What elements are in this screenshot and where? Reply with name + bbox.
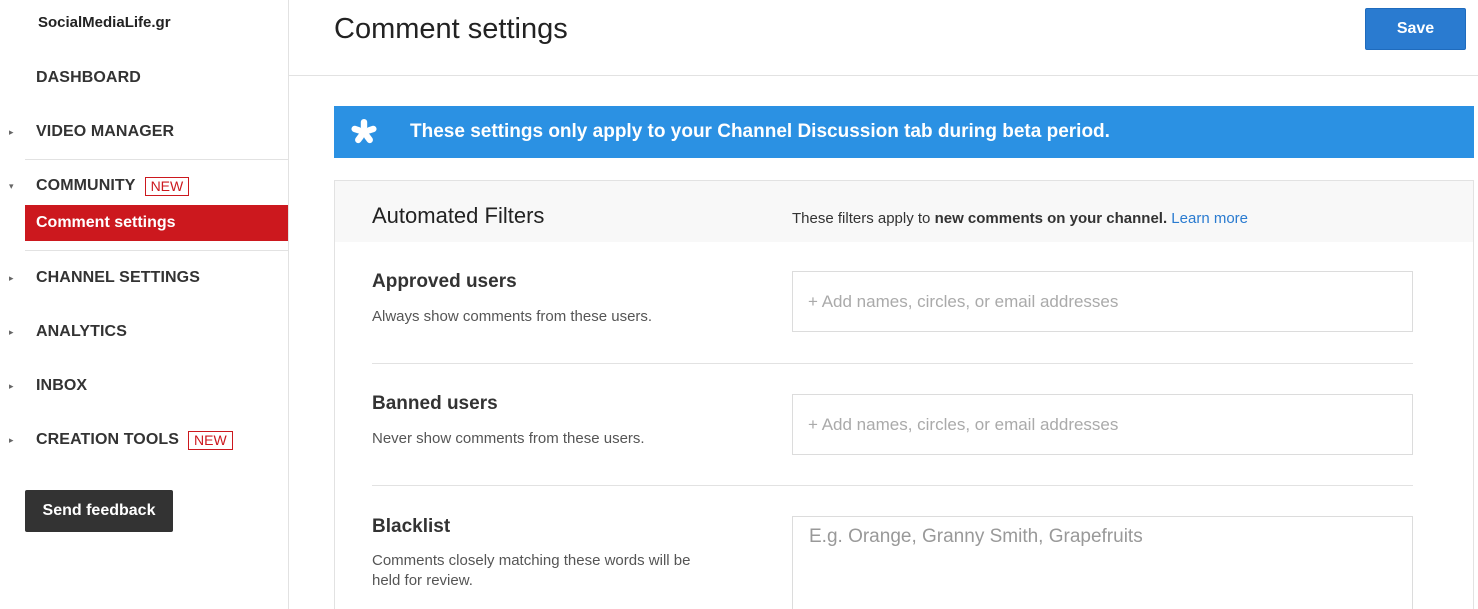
row-divider xyxy=(372,363,1413,364)
asterisk-icon xyxy=(351,119,377,144)
sidebar-item-label: COMMUNITY xyxy=(36,177,136,194)
panel-header: Automated Filters These filters apply to… xyxy=(335,181,1473,242)
blacklist-desc: Comments closely matching these words wi… xyxy=(372,552,691,589)
panel-description: These filters apply to new comments on y… xyxy=(792,210,1248,227)
sidebar-item-label: VIDEO MANAGER xyxy=(36,123,175,140)
sidebar-divider xyxy=(25,250,288,251)
send-feedback-button[interactable]: Send feedback xyxy=(25,490,173,532)
blacklist-textarea[interactable] xyxy=(792,516,1413,609)
approved-users-input[interactable] xyxy=(792,271,1413,332)
sidebar-item-inbox[interactable]: ▸ INBOX xyxy=(0,368,288,404)
sidebar-item-analytics[interactable]: ▸ ANALYTICS xyxy=(0,314,288,350)
sidebar-divider xyxy=(25,159,288,160)
row-divider xyxy=(372,485,1413,486)
chevron-down-icon: ▾ xyxy=(9,180,14,191)
page-header: Comment settings Save xyxy=(289,0,1478,76)
channel-name[interactable]: SocialMediaLife.gr xyxy=(38,14,171,31)
beta-info-banner: These settings only apply to your Channe… xyxy=(334,106,1474,158)
sidebar-item-video-manager[interactable]: ▸ VIDEO MANAGER xyxy=(0,114,288,150)
sidebar-item-label: CREATION TOOLS xyxy=(36,431,180,448)
panel-description-text: These filters apply to xyxy=(792,210,935,227)
sidebar-subitem-label: Comment settings xyxy=(36,214,176,231)
sidebar-item-label: INBOX xyxy=(36,377,88,394)
sidebar-item-label: ANALYTICS xyxy=(36,323,127,340)
sidebar-item-label: CHANNEL SETTINGS xyxy=(36,269,200,286)
sidebar-subitem-comment-settings[interactable]: Comment settings xyxy=(25,205,288,241)
chevron-right-icon: ▸ xyxy=(9,126,14,137)
sidebar-item-label-wrap: COMMUNITY NEW xyxy=(36,176,190,196)
sidebar-item-channel-settings[interactable]: ▸ CHANNEL SETTINGS xyxy=(0,260,288,296)
approved-users-desc: Always show comments from these users. xyxy=(372,308,653,325)
chevron-right-icon: ▸ xyxy=(9,326,14,337)
banner-text: These settings only apply to your Channe… xyxy=(410,121,1110,142)
sidebar-item-community[interactable]: ▾ COMMUNITY NEW xyxy=(0,168,288,204)
sidebar-item-label-wrap: CREATION TOOLS NEW xyxy=(36,430,233,450)
approved-users-title: Approved users xyxy=(372,271,517,292)
new-badge: NEW xyxy=(188,430,233,450)
page-title: Comment settings xyxy=(334,13,568,45)
banned-users-title: Banned users xyxy=(372,393,498,414)
panel-description-bold: new comments on your channel. xyxy=(934,210,1168,227)
sidebar: SocialMediaLife.gr DASHBOARD ▸ VIDEO MAN… xyxy=(0,0,289,609)
banned-users-desc: Never show comments from these users. xyxy=(372,430,645,447)
panel-title: Automated Filters xyxy=(372,203,545,228)
chevron-right-icon: ▸ xyxy=(9,272,14,283)
new-badge: NEW xyxy=(144,176,190,196)
chevron-right-icon: ▸ xyxy=(9,380,14,391)
save-button[interactable]: Save xyxy=(1365,8,1466,50)
blacklist-title: Blacklist xyxy=(372,516,451,537)
sidebar-item-creation-tools[interactable]: ▸ CREATION TOOLS NEW xyxy=(0,422,288,458)
sidebar-item-label: DASHBOARD xyxy=(36,69,141,86)
automated-filters-panel: Automated Filters These filters apply to… xyxy=(334,180,1474,609)
chevron-right-icon: ▸ xyxy=(9,434,14,445)
sidebar-item-dashboard[interactable]: DASHBOARD xyxy=(0,60,288,96)
learn-more-link[interactable]: Learn more xyxy=(1171,210,1248,227)
banned-users-input[interactable] xyxy=(792,394,1413,455)
